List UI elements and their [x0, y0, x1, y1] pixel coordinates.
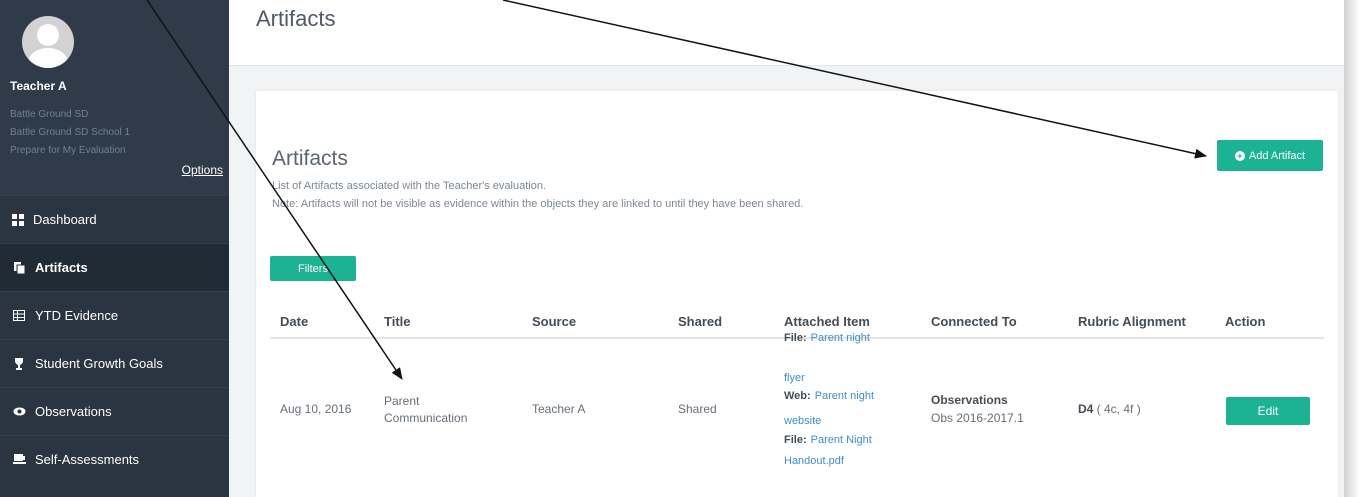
- sidebar-item-label: Observations: [35, 404, 112, 419]
- attachment-type: Web:: [784, 390, 811, 402]
- sidebar-item-student-growth-goals[interactable]: Student Growth Goals: [0, 339, 229, 387]
- row-title-line2: Communication: [384, 411, 468, 425]
- eye-icon: [12, 405, 26, 419]
- sidebar-item-label: YTD Evidence: [35, 308, 119, 323]
- column-header-date[interactable]: Date: [280, 314, 308, 329]
- sidebar-item-dashboard[interactable]: Dashboard: [0, 195, 229, 243]
- attachment-type: File:: [784, 434, 807, 446]
- page-header: Artifacts: [229, 0, 1344, 66]
- filters-button[interactable]: Filters: [270, 256, 356, 281]
- sidebar-item-self-assessments[interactable]: Self-Assessments: [0, 435, 229, 483]
- column-header-shared[interactable]: Shared: [678, 314, 722, 329]
- column-header-attached-item[interactable]: Attached Item: [784, 314, 870, 329]
- add-artifact-label: Add Artifact: [1248, 149, 1306, 162]
- artifacts-icon: [12, 261, 26, 275]
- avatar-body-icon: [28, 48, 68, 68]
- attachment-file-1: File: Parent night: [784, 332, 870, 344]
- profile-name: Teacher A: [10, 79, 67, 93]
- card-note: Note: Artifacts will not be visible as e…: [272, 198, 804, 210]
- column-header-title[interactable]: Title: [384, 314, 411, 329]
- attachment-link[interactable]: Parent night: [815, 390, 874, 402]
- attachment-link[interactable]: Handout.pdf: [784, 455, 844, 467]
- attachment-web-1-cont: website: [784, 415, 821, 427]
- window-shadow: [1344, 0, 1360, 497]
- attachment-file-1-cont: flyer: [784, 372, 805, 384]
- connected-to-title: Observations: [931, 393, 1008, 407]
- dashboard-grid-icon: [12, 213, 24, 226]
- connected-to-subtitle: Obs 2016-2017.1: [931, 411, 1024, 425]
- self-assessment-icon: [12, 453, 26, 467]
- plus-circle-icon: +: [1234, 150, 1245, 161]
- sidebar-item-ytd-evidence[interactable]: YTD Evidence: [0, 291, 229, 339]
- attachment-type: File:: [784, 332, 807, 344]
- card-description: List of Artifacts associated with the Te…: [272, 180, 546, 192]
- card-title: Artifacts: [272, 147, 348, 170]
- artifacts-card: Artifacts List of Artifacts associated w…: [256, 91, 1338, 497]
- add-artifact-button[interactable]: + Add Artifact: [1217, 140, 1323, 171]
- row-date: Aug 10, 2016: [280, 402, 352, 416]
- attachment-file-2: File: Parent Night: [784, 434, 872, 446]
- sidebar-item-label: Student Growth Goals: [35, 356, 163, 371]
- avatar[interactable]: [22, 16, 74, 68]
- sidebar-item-label: Artifacts: [35, 260, 88, 275]
- attachment-web-1: Web: Parent night: [784, 390, 874, 402]
- profile-context: Prepare for My Evaluation: [10, 145, 126, 156]
- rubric-alignment: D4 ( 4c, 4f ): [1078, 402, 1141, 416]
- sidebar: Teacher A Battle Ground SD Battle Ground…: [0, 0, 229, 497]
- sidebar-item-label: Self-Assessments: [35, 452, 140, 467]
- attachment-link[interactable]: flyer: [784, 372, 805, 384]
- profile-school: Battle Ground SD School 1: [10, 127, 131, 138]
- sidebar-item-label: Dashboard: [33, 212, 97, 227]
- sidebar-item-artifacts[interactable]: Artifacts: [0, 243, 229, 291]
- rubric-detail: ( 4c, 4f ): [1093, 402, 1141, 416]
- column-header-source[interactable]: Source: [532, 314, 576, 329]
- trophy-icon: [12, 357, 26, 371]
- app-window: Teacher A Battle Ground SD Battle Ground…: [0, 0, 1344, 497]
- profile-district: Battle Ground SD: [10, 109, 89, 120]
- column-header-action: Action: [1225, 314, 1266, 329]
- row-shared: Shared: [678, 402, 717, 416]
- rubric-main: D4: [1078, 402, 1094, 416]
- table-icon: [12, 309, 26, 323]
- row-title-line1: Parent: [384, 394, 420, 408]
- sidebar-nav: Dashboard Artifacts YTD Evidence Student…: [0, 195, 229, 483]
- column-header-connected-to[interactable]: Connected To: [931, 314, 1017, 329]
- edit-button[interactable]: Edit: [1226, 397, 1310, 425]
- sidebar-item-observations[interactable]: Observations: [0, 387, 229, 435]
- profile-panel: Teacher A Battle Ground SD Battle Ground…: [0, 0, 229, 195]
- attachment-link[interactable]: website: [784, 415, 821, 427]
- page-title: Artifacts: [256, 6, 336, 31]
- avatar-head-icon: [37, 24, 59, 46]
- row-source: Teacher A: [532, 402, 586, 416]
- column-header-rubric-alignment[interactable]: Rubric Alignment: [1078, 314, 1186, 329]
- attachment-file-2-cont: Handout.pdf: [784, 455, 844, 467]
- attachment-link[interactable]: Parent Night: [811, 434, 872, 446]
- attachment-link[interactable]: Parent night: [811, 332, 870, 344]
- options-link[interactable]: Options: [182, 163, 223, 177]
